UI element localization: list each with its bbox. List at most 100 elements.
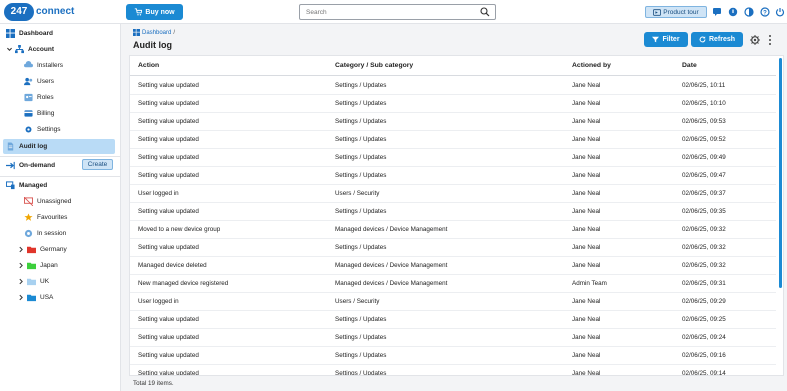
sidebar-item-label: Unassigned: [37, 197, 72, 205]
table-row[interactable]: Setting value updated Settings / Updates J…: [130, 203, 776, 221]
table-cell: 02/06/25, 09:32: [682, 244, 726, 251]
arrow-right-icon: [6, 161, 15, 169]
table-cell: Settings / Updates: [335, 82, 387, 89]
page-title: Audit log: [133, 40, 172, 50]
table-row[interactable]: User logged in Users / Security Jane Neal 0…: [130, 293, 776, 311]
table-cell: Jane Neal: [572, 118, 601, 125]
more-icon[interactable]: [766, 34, 774, 46]
sidebar-item-label: Germany: [40, 245, 67, 253]
document-icon: [7, 141, 14, 151]
scrollbar[interactable]: [779, 58, 782, 288]
table-row[interactable]: Setting value updated Settings / Updates J…: [130, 329, 776, 347]
refresh-button[interactable]: Refresh: [691, 32, 743, 47]
sidebar-item-dashboard[interactable]: Dashboard: [6, 26, 53, 40]
filter-icon: [652, 36, 660, 43]
gear-icon[interactable]: [750, 35, 760, 45]
table-row[interactable]: Setting value updated Settings / Updates J…: [130, 365, 776, 376]
table-row[interactable]: Setting value updated Settings / Updates J…: [130, 131, 776, 149]
table-row[interactable]: Setting value updated Settings / Updates J…: [130, 239, 776, 257]
column-header-action[interactable]: Action: [138, 56, 159, 75]
search-box[interactable]: [299, 4, 496, 20]
sidebar-group-uk[interactable]: UK: [18, 274, 49, 288]
table-cell: Jane Neal: [572, 136, 601, 143]
sidebar-item-billing[interactable]: Billing: [24, 106, 54, 120]
filter-button[interactable]: Filter: [644, 32, 688, 47]
folder-icon: [27, 278, 36, 285]
table-row[interactable]: Setting value updated Settings / Updates J…: [130, 167, 776, 185]
table-cell: Managed device deleted: [138, 262, 207, 269]
sidebar-item-on-demand[interactable]: On-demand: [6, 158, 55, 172]
table-cell: Settings / Updates: [335, 118, 387, 125]
table-row[interactable]: Moved to a new device group Managed devic…: [130, 221, 776, 239]
table-cell: 02/06/25, 09:47: [682, 172, 726, 179]
breadcrumb-dashboard-link[interactable]: Dashboard: [142, 30, 171, 36]
table-cell: Setting value updated: [138, 136, 199, 143]
refresh-icon: [699, 36, 706, 43]
power-icon[interactable]: [775, 7, 785, 17]
table-cell: Settings / Updates: [335, 172, 387, 179]
search-input[interactable]: [300, 5, 470, 19]
table-cell: Jane Neal: [572, 316, 601, 323]
sidebar-group-germany[interactable]: Germany: [18, 242, 67, 256]
table-cell: Jane Neal: [572, 190, 601, 197]
table-cell: Settings / Updates: [335, 334, 387, 341]
table-cell: 02/06/25, 09:31: [682, 280, 726, 287]
sidebar-group-usa[interactable]: USA: [18, 290, 53, 304]
search-icon[interactable]: [480, 7, 490, 17]
table-row[interactable]: Setting value updated Settings / Updates J…: [130, 113, 776, 131]
help-icon[interactable]: ?: [760, 7, 770, 17]
sidebar-item-users[interactable]: Users: [24, 74, 54, 88]
breadcrumb-separator: /: [173, 29, 176, 36]
chat-icon[interactable]: [712, 7, 722, 17]
table-cell: Settings / Updates: [335, 316, 387, 323]
sidebar-item-unassigned[interactable]: Unassigned: [24, 194, 71, 208]
table-cell: 02/06/25, 09:37: [682, 190, 726, 197]
contrast-icon[interactable]: [744, 7, 754, 17]
table-cell: Jane Neal: [572, 82, 601, 89]
sidebar-item-managed[interactable]: Managed: [6, 178, 47, 192]
buy-now-button[interactable]: Buy now: [126, 4, 183, 20]
sidebar-item-label: Roles: [37, 93, 54, 101]
table-cell: 02/06/25, 09:14: [682, 370, 726, 376]
sidebar-group-japan[interactable]: Japan: [18, 258, 58, 272]
product-tour-button[interactable]: Product tour: [645, 6, 707, 18]
table-row[interactable]: User logged in Users / Security Jane Neal 0…: [130, 185, 776, 203]
sidebar-item-installers[interactable]: Installers: [24, 58, 63, 72]
table-row[interactable]: Setting value updated Settings / Updates J…: [130, 311, 776, 329]
table-row[interactable]: Managed device deleted Managed devices / …: [130, 257, 776, 275]
column-header-actioned-by[interactable]: Actioned by: [572, 56, 611, 75]
create-button[interactable]: Create: [82, 159, 113, 170]
table-cell: Settings / Updates: [335, 244, 387, 251]
sidebar-item-roles[interactable]: Roles: [24, 90, 54, 104]
table-cell: 02/06/25, 09:16: [682, 352, 726, 359]
table-cell: Settings / Updates: [335, 370, 387, 376]
table-row[interactable]: Setting value updated Settings / Updates J…: [130, 149, 776, 167]
column-header-date[interactable]: Date: [682, 56, 697, 75]
roles-icon: [24, 93, 33, 101]
table-row[interactable]: Setting value updated Settings / Updates J…: [130, 347, 776, 365]
chevron-right-icon: [19, 294, 23, 300]
table-cell: 02/06/25, 09:32: [682, 262, 726, 269]
product-tour-label: Product tour: [663, 8, 699, 16]
chevron-down-icon: [7, 47, 12, 51]
table-cell: 02/06/25, 09:25: [682, 316, 726, 323]
sidebar-item-audit-log[interactable]: Audit log: [6, 139, 47, 153]
table-cell: Setting value updated: [138, 172, 199, 179]
table-row[interactable]: Setting value updated Settings / Updates J…: [130, 95, 776, 113]
sidebar-item-favourites[interactable]: Favourites: [24, 210, 67, 224]
table-cell: 02/06/25, 09:29: [682, 298, 726, 305]
refresh-label: Refresh: [708, 36, 736, 43]
sidebar-item-settings[interactable]: Settings: [24, 122, 61, 136]
sidebar-item-account[interactable]: Account: [6, 42, 54, 56]
sidebar-item-label: USA: [40, 293, 54, 301]
sidebar-item-label: UK: [40, 277, 50, 285]
table-row[interactable]: New managed device registered Managed dev…: [130, 275, 776, 293]
table-cell: Users / Security: [335, 298, 380, 305]
table-row[interactable]: Setting value updated Settings / Updates J…: [130, 77, 776, 95]
sidebar: Dashboard Account Installers Users Roles…: [0, 24, 121, 391]
column-header-category[interactable]: Category / Sub category: [335, 56, 413, 75]
logo[interactable]: 247 connect: [4, 3, 74, 21]
notification-icon[interactable]: [728, 7, 738, 17]
sidebar-item-in-session[interactable]: In session: [24, 226, 66, 240]
table-cell: Setting value updated: [138, 154, 199, 161]
